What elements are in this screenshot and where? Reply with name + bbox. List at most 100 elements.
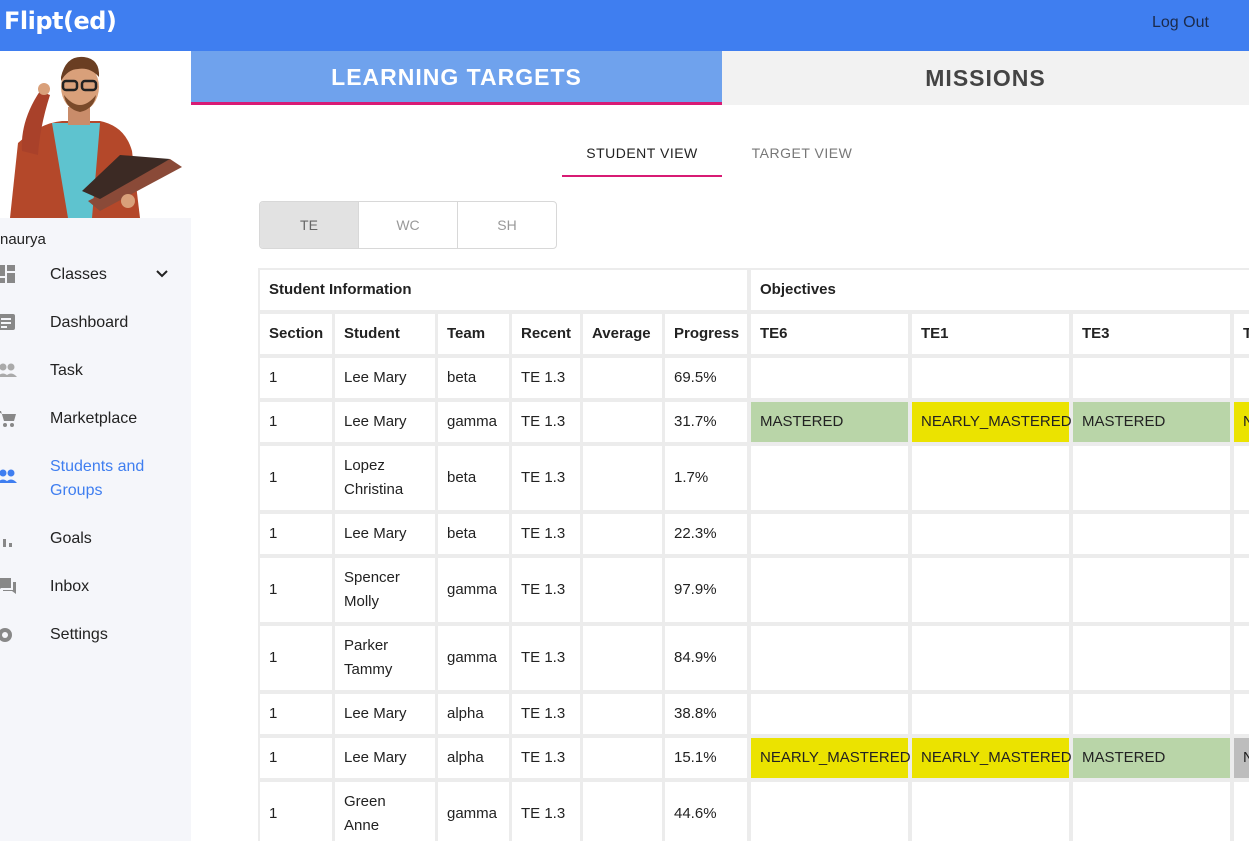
table-cell-progress: 44.6% [665,782,747,846]
table-cell-te1 [912,514,1069,554]
segment-wc[interactable]: WC [359,202,458,248]
subject-toggle-group: TE WC SH [259,201,557,249]
segment-te[interactable]: TE [260,202,359,248]
table-cell-section: 1 [260,738,332,778]
sidebar-item-marketplace[interactable]: Marketplace [0,405,191,445]
table-cell-section: 1 [260,514,332,554]
table-cell-te6 [751,694,908,734]
table-cell-student: Lee Mary [335,694,435,734]
table-cell-student: Lopez Christina [335,446,435,510]
table-cell-te6 [751,782,908,846]
table-cell-te3 [1073,558,1230,622]
sidebar: naurya Classes Dashboard Task Marketplac… [0,51,191,841]
table-cell-progress: 38.8% [665,694,747,734]
table-cell-t [1234,782,1249,846]
top-bar: Flipt(ed) Log Out [0,0,1249,51]
table-cell-te3 [1073,446,1230,510]
table-cell-section: 1 [260,402,332,442]
table-cell-section: 1 [260,694,332,734]
table-cell-section: 1 [260,446,332,510]
bar-chart-icon [3,539,12,547]
column-header: TE3 [1073,314,1230,354]
tab-learning-targets[interactable]: LEARNING TARGETS [191,51,722,105]
app-logo[interactable]: Flipt(ed) [4,7,117,35]
column-header: Section [260,314,332,354]
table-cell-average [583,402,662,442]
table-cell-te1 [912,446,1069,510]
table-cell-progress: 22.3% [665,514,747,554]
table-cell-average [583,558,662,622]
table-cell-t: N [1234,402,1249,442]
sidebar-item-settings[interactable]: Settings [0,621,191,661]
segment-sh[interactable]: SH [458,202,556,248]
table-cell-recent: TE 1.3 [512,782,580,846]
table-cell-average [583,514,662,554]
table-cell-recent: TE 1.3 [512,514,580,554]
table-cell-te6: MASTERED [751,402,908,442]
table-cell-student: Lee Mary [335,738,435,778]
column-header: Average [583,314,662,354]
sidebar-item-label: Dashboard [50,314,129,331]
logout-link[interactable]: Log Out [1152,14,1209,32]
table-cell-student: Lee Mary [335,514,435,554]
table-cell-team: beta [438,514,509,554]
group-header-student-info: Student Information [260,270,747,310]
table-cell-te1 [912,782,1069,846]
table-cell-te3 [1073,358,1230,398]
tab-student-view[interactable]: STUDENT VIEW [562,134,722,177]
table-cell-t: N [1234,738,1249,778]
table-cell-te1 [912,358,1069,398]
table-cell-section: 1 [260,358,332,398]
column-header: Progress [665,314,747,354]
sidebar-item-label: Inbox [50,578,90,595]
table-cell-t [1234,694,1249,734]
table-cell-team: alpha [438,738,509,778]
table-cell-recent: TE 1.3 [512,402,580,442]
table-cell-team: gamma [438,626,509,690]
table-cell-recent: TE 1.3 [512,626,580,690]
table-cell-te3: MASTERED [1073,402,1230,442]
table-cell-team: gamma [438,558,509,622]
table-cell-team: beta [438,446,509,510]
table-cell-te1: NEARLY_MASTERED [912,402,1072,442]
sidebar-item-label: Students and Groups [50,458,145,499]
table-cell-team: gamma [438,782,509,846]
table-cell-te1 [912,694,1069,734]
table-cell-te6 [751,446,908,510]
table-cell-te1: NEARLY_MASTERED [912,738,1072,778]
people-icon [0,363,17,377]
column-header: Team [438,314,509,354]
table-cell-progress: 31.7% [665,402,747,442]
table-cell-te3: MASTERED [1073,738,1230,778]
table-cell-t [1234,514,1249,554]
table-cell-recent: TE 1.3 [512,446,580,510]
table-cell-student: Spencer Molly [335,558,435,622]
table-cell-te6 [751,626,908,690]
tab-missions[interactable]: MISSIONS [722,51,1249,105]
table-cell-team: gamma [438,402,509,442]
sidebar-item-task[interactable]: Task [0,357,191,397]
sidebar-item-dashboard[interactable]: Dashboard [0,309,191,349]
table-cell-recent: TE 1.3 [512,738,580,778]
table-cell-average [583,446,662,510]
table-cell-average [583,694,662,734]
chevron-down-icon[interactable] [155,267,169,281]
table-cell-average [583,782,662,846]
table-cell-recent: TE 1.3 [512,558,580,622]
sidebar-item-goals[interactable]: Goals [0,525,191,565]
table-cell-student: Parker Tammy [335,626,435,690]
profile-photo [0,51,191,218]
table-cell-section: 1 [260,782,332,846]
table-cell-te6 [751,514,908,554]
sidebar-item-classes[interactable]: Classes [0,261,191,301]
table-cell-te6 [751,358,908,398]
dashboard-grid-icon [0,265,15,283]
column-header: TE1 [912,314,1069,354]
tab-target-view[interactable]: TARGET VIEW [722,134,882,177]
table-cell-t [1234,446,1249,510]
table-cell-te3 [1073,782,1230,846]
table-cell-te1 [912,558,1069,622]
sidebar-item-students-and-groups[interactable]: Students and Groups [0,453,191,509]
table-cell-te3 [1073,694,1230,734]
sidebar-item-inbox[interactable]: Inbox [0,573,191,613]
